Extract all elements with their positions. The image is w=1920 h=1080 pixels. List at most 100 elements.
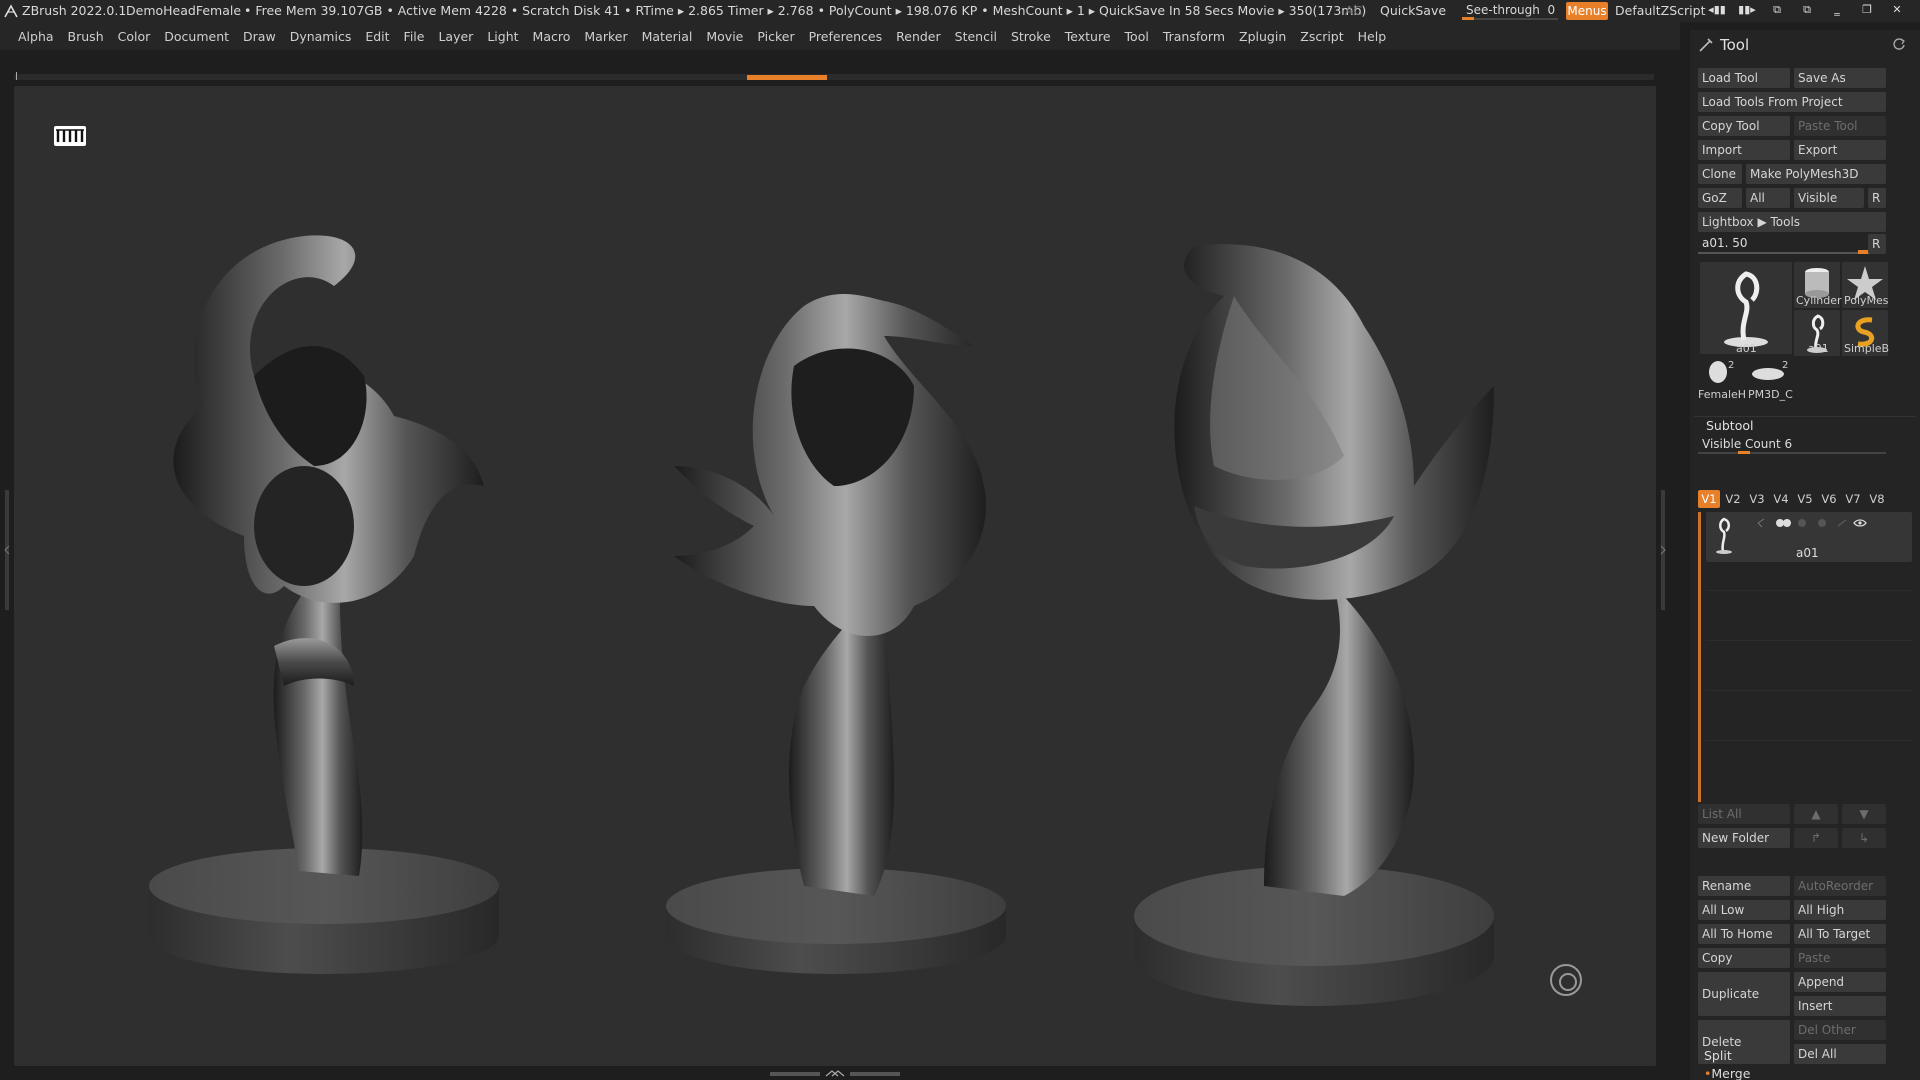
move-into-folder-icon[interactable]: ↱ [1794,828,1838,848]
thumbnail-female-head[interactable]: 2 FemaleH [1698,358,1746,402]
del-other-button[interactable]: Del Other [1794,1020,1886,1040]
timeline-track[interactable] [14,72,1654,80]
tab-v1[interactable]: V1 [1698,490,1720,508]
subtool-scrollbar[interactable] [1698,512,1701,802]
paste-button[interactable]: Paste [1794,948,1886,968]
visible-count-knob[interactable] [1738,451,1750,454]
menu-zscript[interactable]: Zscript [1300,29,1343,44]
menu-texture[interactable]: Texture [1065,29,1111,44]
thumbnail-a01-small[interactable]: a01 [1794,310,1840,356]
autoreorder-button[interactable]: AutoReorder [1794,876,1886,896]
timeline-marker[interactable] [747,75,827,80]
right-tray-handle-icon[interactable] [1660,490,1666,610]
clone-button[interactable]: Clone [1698,164,1742,184]
tab-v3[interactable]: V3 [1746,490,1768,508]
split-section-title[interactable]: Split [1704,1048,1732,1063]
tool-slider-r-button[interactable]: R [1868,234,1886,254]
menu-render[interactable]: Render [896,29,941,44]
export-button[interactable]: Export [1794,140,1886,160]
subtool-item[interactable]: a01 [1706,512,1912,562]
save-as-button[interactable]: Save As [1794,68,1886,88]
load-tools-from-project-button[interactable]: Load Tools From Project [1698,92,1886,112]
tab-v2[interactable]: V2 [1722,490,1744,508]
merge-section-title[interactable]: •Merge [1704,1066,1750,1080]
menu-file[interactable]: File [404,29,425,44]
menu-movie[interactable]: Movie [706,29,743,44]
tab-v6[interactable]: V6 [1818,490,1840,508]
subtool-list[interactable]: a01 [1698,512,1912,802]
move-out-folder-icon[interactable]: ↳ [1842,828,1886,848]
thumbnail-polymesh[interactable]: PolyMes [1842,262,1889,308]
quicksave-button[interactable]: QuickSave [1380,3,1446,18]
all-to-target-button[interactable]: All To Target [1794,924,1886,944]
swap-layout-icon[interactable]: ⧉ [1797,3,1817,17]
brightness-up-icon[interactable]: ▮▮▸ [1737,3,1757,17]
menu-draw[interactable]: Draw [243,29,276,44]
menu-document[interactable]: Document [164,29,229,44]
menu-color[interactable]: Color [118,29,151,44]
subtool-section-title[interactable]: Subtool [1706,418,1753,433]
make-polymesh3d-button[interactable]: Make PolyMesh3D [1746,164,1886,184]
menu-material[interactable]: Material [642,29,693,44]
goz-button[interactable]: GoZ [1698,188,1742,208]
tab-v5[interactable]: V5 [1794,490,1816,508]
tab-v4[interactable]: V4 [1770,490,1792,508]
thumbnail-simpleb[interactable]: SimpleB [1842,310,1889,356]
paste-tool-button[interactable]: Paste Tool [1794,116,1886,136]
menu-stencil[interactable]: Stencil [955,29,997,44]
menu-preferences[interactable]: Preferences [809,29,883,44]
copy-button[interactable]: Copy [1698,948,1790,968]
thumbnail-a01-main[interactable]: a01 [1700,262,1792,355]
document-canvas[interactable] [14,86,1656,1066]
menu-brush[interactable]: Brush [68,29,104,44]
rename-button[interactable]: Rename [1698,876,1790,896]
menu-dynamics[interactable]: Dynamics [290,29,352,44]
brightness-down-icon[interactable]: ◂▮▮ [1707,3,1727,17]
append-button[interactable]: Append [1794,972,1886,992]
tab-v8[interactable]: V8 [1866,490,1888,508]
lightbox-tools-button[interactable]: Lightbox ▶ Tools [1698,212,1886,232]
goz-visible-button[interactable]: Visible [1794,188,1864,208]
all-to-home-button[interactable]: All To Home [1698,924,1790,944]
tool-slider[interactable]: a01. 50 [1698,234,1883,254]
menu-zplugin[interactable]: Zplugin [1239,29,1286,44]
navigation-gizmo-icon[interactable] [1550,964,1582,996]
menu-edit[interactable]: Edit [365,29,389,44]
goz-all-button[interactable]: All [1746,188,1790,208]
menu-light[interactable]: Light [487,29,518,44]
menu-alpha[interactable]: Alpha [18,29,54,44]
menu-stroke[interactable]: Stroke [1011,29,1051,44]
see-through-slider[interactable]: See-through 0 [1460,2,1560,20]
menu-tool[interactable]: Tool [1125,29,1149,44]
list-all-button[interactable]: List All [1698,804,1790,824]
menu-marker[interactable]: Marker [584,29,627,44]
goz-r-button[interactable]: R [1868,188,1886,208]
duplicate-button[interactable]: Duplicate [1698,972,1790,1016]
tool-palette-header[interactable]: Tool [1690,30,1920,58]
move-up-icon[interactable]: ▲ [1794,804,1838,824]
thumbnail-pm3d[interactable]: 2 PM3D_C [1746,358,1796,402]
close-icon[interactable]: ✕ [1887,3,1907,17]
default-zscript-button[interactable]: DefaultZScript [1615,3,1706,18]
ac-button[interactable]: AC [1345,3,1362,18]
left-tray-handle-icon[interactable] [4,490,10,610]
insert-button[interactable]: Insert [1794,996,1886,1016]
menu-transform[interactable]: Transform [1163,29,1225,44]
menu-help[interactable]: Help [1358,29,1387,44]
minimize-icon[interactable]: ‗ [1827,3,1847,17]
new-folder-button[interactable]: New Folder [1698,828,1790,848]
restore-icon[interactable]: ❐ [1857,3,1877,17]
refresh-icon[interactable] [1892,37,1906,51]
move-down-icon[interactable]: ▼ [1842,804,1886,824]
visible-count-slider[interactable]: Visible Count 6 [1698,436,1886,454]
load-tool-button[interactable]: Load Tool [1698,68,1790,88]
menu-macro[interactable]: Macro [533,29,571,44]
perspective-mode-icon[interactable] [54,126,86,146]
tab-v7[interactable]: V7 [1842,490,1864,508]
copy-tool-button[interactable]: Copy Tool [1698,116,1790,136]
del-all-button[interactable]: Del All [1794,1044,1886,1064]
all-high-button[interactable]: All High [1794,900,1886,920]
bottom-tray-handle-icon[interactable] [770,1070,900,1078]
thumbnail-cylinder[interactable]: Cylinder [1794,262,1842,308]
menu-layer[interactable]: Layer [438,29,473,44]
